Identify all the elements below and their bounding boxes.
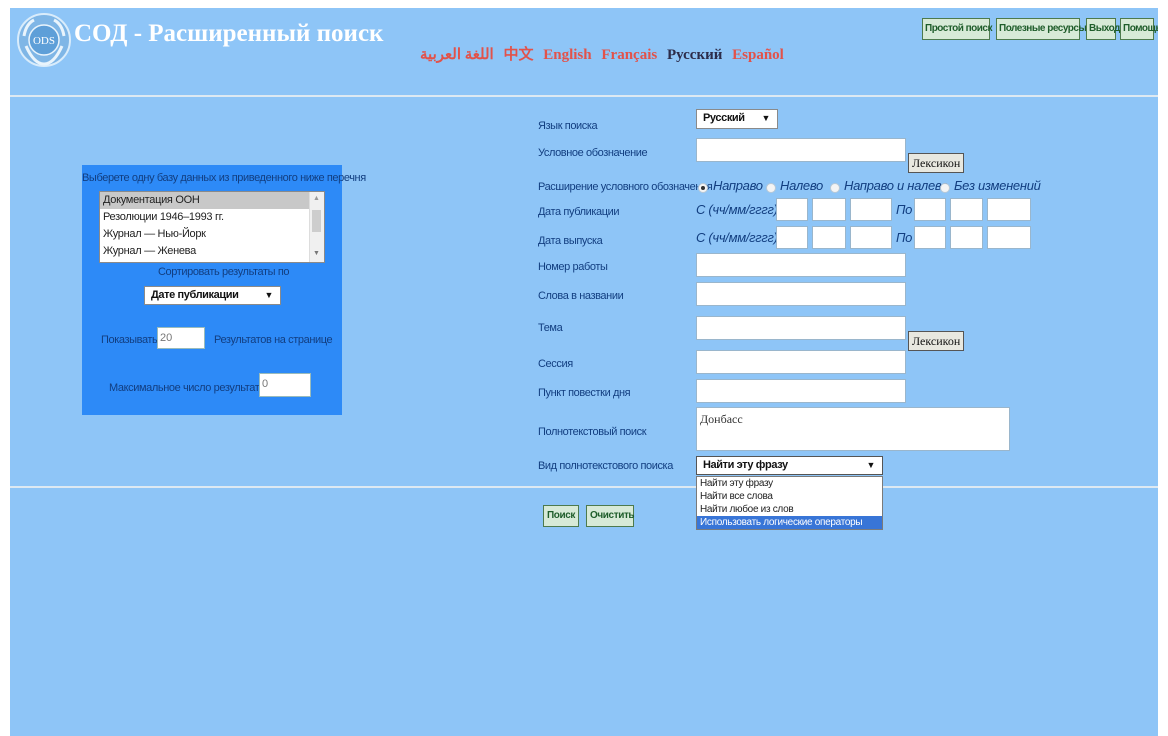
release-date-to-month[interactable] [950, 226, 983, 249]
un-logo: ODS [16, 12, 72, 68]
simple-search-button[interactable]: Простой поиск [922, 18, 993, 40]
options-panel: Выберете одну базу данных из приведенног… [82, 165, 366, 415]
chevron-down-icon: ▼ [866, 460, 875, 470]
sort-label: Сортировать результаты по [158, 266, 290, 278]
fulltext-label: Полнотекстовый поиск [538, 426, 647, 438]
radio-none-label: Без изменений [954, 178, 1041, 193]
session-input[interactable] [696, 350, 906, 374]
search-language-label: Язык поиска [538, 120, 598, 132]
symbol-input[interactable] [696, 138, 906, 162]
release-date-label: Дата выпуска [538, 235, 603, 247]
search-language-select[interactable]: Русский ▼ [696, 109, 778, 129]
show-label: Показывать [101, 334, 158, 346]
database-list-scrollbar[interactable]: ▲ ▼ [309, 192, 324, 262]
database-list[interactable]: Документация ООН Резолюции 1946–1993 гг.… [99, 191, 325, 263]
lang-french[interactable]: Français [601, 47, 657, 63]
fulltext-type-select[interactable]: Найти эту фразу ▼ [696, 456, 883, 475]
help-button[interactable]: Помощь [1120, 18, 1158, 40]
radio-left-label: Налево [780, 178, 823, 193]
max-results-label: Максимальное число результатов [109, 382, 271, 394]
lang-russian: Русский [666, 47, 723, 63]
release-date-from-year[interactable] [850, 226, 892, 249]
radio-both-label: Направо и налево [844, 178, 948, 193]
logout-button[interactable]: Выход [1086, 18, 1120, 40]
fulltext-type-option[interactable]: Найти любое из слов [697, 503, 882, 516]
sort-select[interactable]: Дате публикации ▼ [144, 286, 281, 305]
pub-date-to-label: По [896, 202, 913, 217]
symbol-extension-label: Расширение условного обозначения [538, 181, 713, 193]
pub-date-label: Дата публикации [538, 206, 620, 218]
database-option[interactable]: Журнал — Женева [100, 243, 311, 260]
release-date-from-month[interactable] [812, 226, 846, 249]
radio-right[interactable] [698, 183, 708, 193]
logo-text: ODS [33, 35, 55, 47]
database-option[interactable]: Документация ООН [100, 192, 311, 209]
fulltext-type-label: Вид полнотекстового поиска [538, 460, 673, 472]
chevron-down-icon: ▼ [761, 113, 770, 123]
lang-chinese[interactable]: 中文 [503, 47, 533, 63]
session-label: Сессия [538, 358, 573, 370]
language-bar: اللغة العربية 中文 English Français Русски… [420, 43, 790, 64]
search-language-value: Русский [703, 112, 745, 124]
radio-none[interactable] [940, 183, 950, 193]
page-title: СОД - Расширенный поиск [74, 20, 384, 47]
radio-both[interactable] [830, 183, 840, 193]
fulltext-type-value: Найти эту фразу [703, 459, 788, 471]
fulltext-type-option[interactable]: Найти все слова [697, 490, 882, 503]
db-prompt: Выберете одну базу данных из приведенног… [82, 172, 366, 184]
lang-english[interactable]: English [543, 47, 591, 63]
fulltext-type-option[interactable]: Использовать логические операторы [697, 516, 882, 529]
form-divider [10, 486, 1158, 488]
lang-spanish[interactable]: Español [732, 47, 784, 63]
symbol-label: Условное обозначение [538, 147, 648, 159]
max-results-input[interactable]: 0 [259, 373, 311, 397]
per-page-input[interactable]: 20 [157, 327, 205, 349]
pub-date-from-day[interactable] [776, 198, 808, 221]
pub-date-to-day[interactable] [914, 198, 946, 221]
per-page-suffix: Результатов на странице [214, 334, 333, 346]
pub-date-to-month[interactable] [950, 198, 983, 221]
subject-input[interactable] [696, 316, 906, 340]
database-option[interactable]: Резолюции 1946–1993 гг. [100, 209, 311, 226]
scroll-down-icon[interactable]: ▼ [313, 250, 320, 257]
subject-label: Тема [538, 322, 563, 334]
fulltext-textarea[interactable]: Донбасс [696, 407, 1010, 451]
symbol-lexicon-button[interactable]: Лексикон [908, 153, 965, 173]
release-date-to-day[interactable] [914, 226, 946, 249]
release-date-to-label: По [896, 230, 913, 245]
pub-date-from-label: С (чч/мм/гггг) [696, 202, 778, 217]
sort-select-value: Дате публикации [151, 289, 239, 301]
header-divider [10, 95, 1158, 97]
lang-arabic[interactable]: اللغة العربية [420, 47, 494, 63]
scroll-thumb[interactable] [312, 210, 321, 232]
agenda-item-input[interactable] [696, 379, 906, 403]
pub-date-from-month[interactable] [812, 198, 846, 221]
release-date-to-year[interactable] [987, 226, 1031, 249]
useful-resources-button[interactable]: Полезные ресурсы [996, 18, 1087, 40]
radio-left[interactable] [766, 183, 776, 193]
release-date-from-day[interactable] [776, 226, 808, 249]
pub-date-to-year[interactable] [987, 198, 1031, 221]
pub-date-from-year[interactable] [850, 198, 892, 221]
search-button[interactable]: Поиск [543, 505, 579, 527]
scroll-up-icon[interactable]: ▲ [313, 195, 320, 202]
chevron-down-icon: ▼ [264, 290, 273, 300]
subject-lexicon-button[interactable]: Лексикон [908, 331, 965, 351]
database-option[interactable]: Журнал — Нью-Йорк [100, 226, 311, 243]
release-date-from-label: С (чч/мм/гггг) [696, 230, 778, 245]
fulltext-type-options: Найти эту фразу Найти все слова Найти лю… [696, 476, 883, 530]
radio-right-label: Направо [713, 178, 763, 193]
page: ODS СОД - Расширенный поиск Простой поис… [10, 8, 1158, 736]
title-words-label: Слова в названии [538, 290, 624, 302]
fulltext-type-option[interactable]: Найти эту фразу [697, 477, 882, 490]
agenda-item-label: Пункт повестки дня [538, 387, 631, 399]
clear-button[interactable]: Очистить [586, 505, 635, 527]
job-number-input[interactable] [696, 253, 906, 277]
job-number-label: Номер работы [538, 261, 608, 273]
title-words-input[interactable] [696, 282, 906, 306]
